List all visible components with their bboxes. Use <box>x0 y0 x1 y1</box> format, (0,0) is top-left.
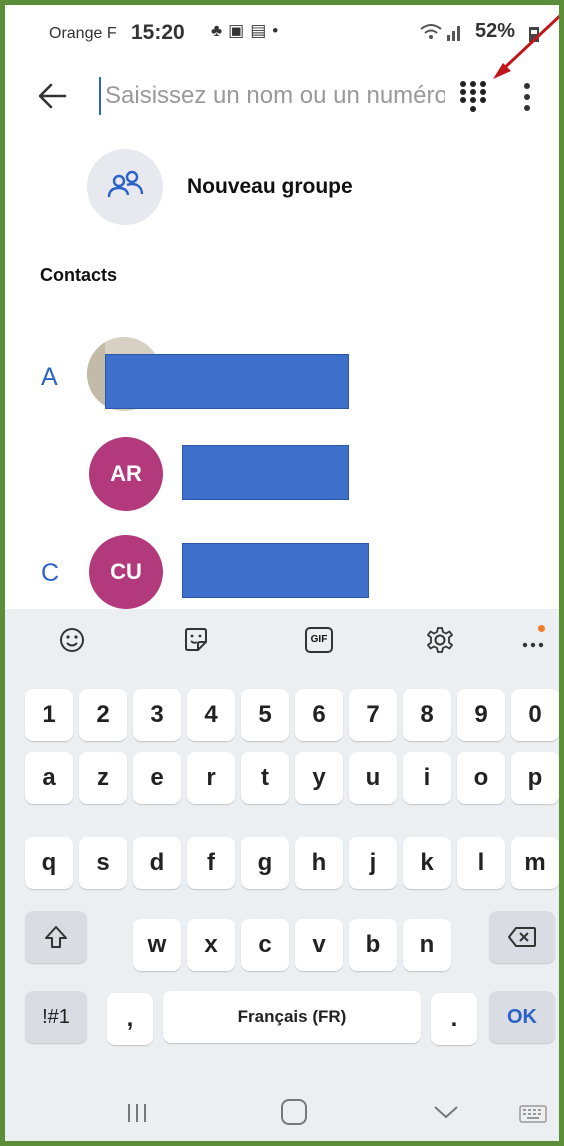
section-letter: C <box>41 559 60 587</box>
key-h[interactable]: h <box>295 837 343 889</box>
sticker-icon[interactable] <box>181 625 211 655</box>
contacts-header: Contacts <box>40 265 118 285</box>
key-e[interactable]: e <box>133 752 181 804</box>
key-4[interactable]: 4 <box>187 689 235 741</box>
search-input[interactable] <box>99 77 445 115</box>
redacted-contact-name[interactable] <box>182 543 369 598</box>
key-m[interactable]: m <box>511 837 559 889</box>
key-3[interactable]: 3 <box>133 689 181 741</box>
home-icon[interactable] <box>281 1099 307 1125</box>
settings-icon[interactable] <box>425 625 455 655</box>
status-bar: Orange F 15:20 ♣▣▤• 52% <box>5 5 559 63</box>
notification-dot <box>538 625 545 632</box>
key-s[interactable]: s <box>79 837 127 889</box>
comma-key[interactable]: , <box>107 993 153 1045</box>
dialpad-icon[interactable] <box>459 80 487 114</box>
key-7[interactable]: 7 <box>349 689 397 741</box>
key-z[interactable]: z <box>79 752 127 804</box>
key-y[interactable]: y <box>295 752 343 804</box>
key-r[interactable]: r <box>187 752 235 804</box>
key-6[interactable]: 6 <box>295 689 343 741</box>
people-icon <box>107 170 144 198</box>
recent-apps-icon[interactable] <box>125 1101 149 1125</box>
key-d[interactable]: d <box>133 837 181 889</box>
key-f[interactable]: f <box>187 837 235 889</box>
space-key[interactable]: Français (FR) <box>163 991 421 1043</box>
key-o[interactable]: o <box>457 752 505 804</box>
key-1[interactable]: 1 <box>25 689 73 741</box>
key-b[interactable]: b <box>349 919 397 971</box>
notification-icon: ♣ <box>211 21 229 40</box>
new-group-label: Nouveau groupe <box>187 175 353 198</box>
backspace-icon <box>508 927 536 947</box>
key-w[interactable]: w <box>133 919 181 971</box>
battery-level: 52% <box>475 20 516 42</box>
key-8[interactable]: 8 <box>403 689 451 741</box>
dot-icon: • <box>272 21 285 40</box>
key-i[interactable]: i <box>403 752 451 804</box>
clock: 15:20 <box>131 21 185 44</box>
redacted-contact-name[interactable] <box>182 445 349 500</box>
key-5[interactable]: 5 <box>241 689 289 741</box>
shift-key[interactable] <box>25 911 87 963</box>
key-k[interactable]: k <box>403 837 451 889</box>
nav-back-icon[interactable] <box>433 1103 459 1121</box>
notification-icons: ♣▣▤• <box>211 21 284 41</box>
key-v[interactable]: v <box>295 919 343 971</box>
key-2[interactable]: 2 <box>79 689 127 741</box>
group-avatar <box>87 149 163 225</box>
carrier-name: Orange F <box>49 25 117 42</box>
back-arrow-icon[interactable] <box>35 79 69 113</box>
contact-avatar[interactable]: AR <box>89 437 163 511</box>
shift-icon <box>45 926 67 948</box>
key-9[interactable]: 9 <box>457 689 505 741</box>
gif-icon[interactable]: GIF <box>305 627 333 653</box>
key-u[interactable]: u <box>349 752 397 804</box>
keyboard-toolbar: GIF <box>5 609 559 671</box>
redacted-contact-name[interactable] <box>105 354 349 409</box>
more-options-icon[interactable] <box>521 82 533 112</box>
key-0[interactable]: 0 <box>511 689 559 741</box>
backspace-key[interactable] <box>489 911 555 963</box>
key-p[interactable]: p <box>511 752 559 804</box>
key-l[interactable]: l <box>457 837 505 889</box>
mail-icon: ▤ <box>250 21 273 40</box>
gallery-icon: ▣ <box>228 21 251 40</box>
search-bar <box>5 65 559 129</box>
key-j[interactable]: j <box>349 837 397 889</box>
contact-avatar[interactable]: CU <box>89 535 163 609</box>
keyboard: GIF 1 2 3 4 5 6 7 8 9 0 a z e r t y u i … <box>5 609 559 1141</box>
wifi-signal-icon <box>419 21 467 48</box>
emoji-icon[interactable] <box>57 625 87 655</box>
section-letter: A <box>41 363 58 391</box>
period-key[interactable]: . <box>431 993 477 1045</box>
ok-key[interactable]: OK <box>489 991 555 1043</box>
key-n[interactable]: n <box>403 919 451 971</box>
key-c[interactable]: c <box>241 919 289 971</box>
navigation-bar <box>5 1079 559 1141</box>
key-g[interactable]: g <box>241 837 289 889</box>
key-q[interactable]: q <box>25 837 73 889</box>
battery-icon <box>529 27 539 42</box>
keyboard-switch-icon[interactable] <box>519 1105 547 1123</box>
key-a[interactable]: a <box>25 752 73 804</box>
new-group-item[interactable]: Nouveau groupe <box>87 149 487 225</box>
key-x[interactable]: x <box>187 919 235 971</box>
screenshot-frame: Orange F 15:20 ♣▣▤• 52% Saisissez un nom… <box>0 0 564 1146</box>
key-t[interactable]: t <box>241 752 289 804</box>
symbols-key[interactable]: !#1 <box>25 991 87 1043</box>
